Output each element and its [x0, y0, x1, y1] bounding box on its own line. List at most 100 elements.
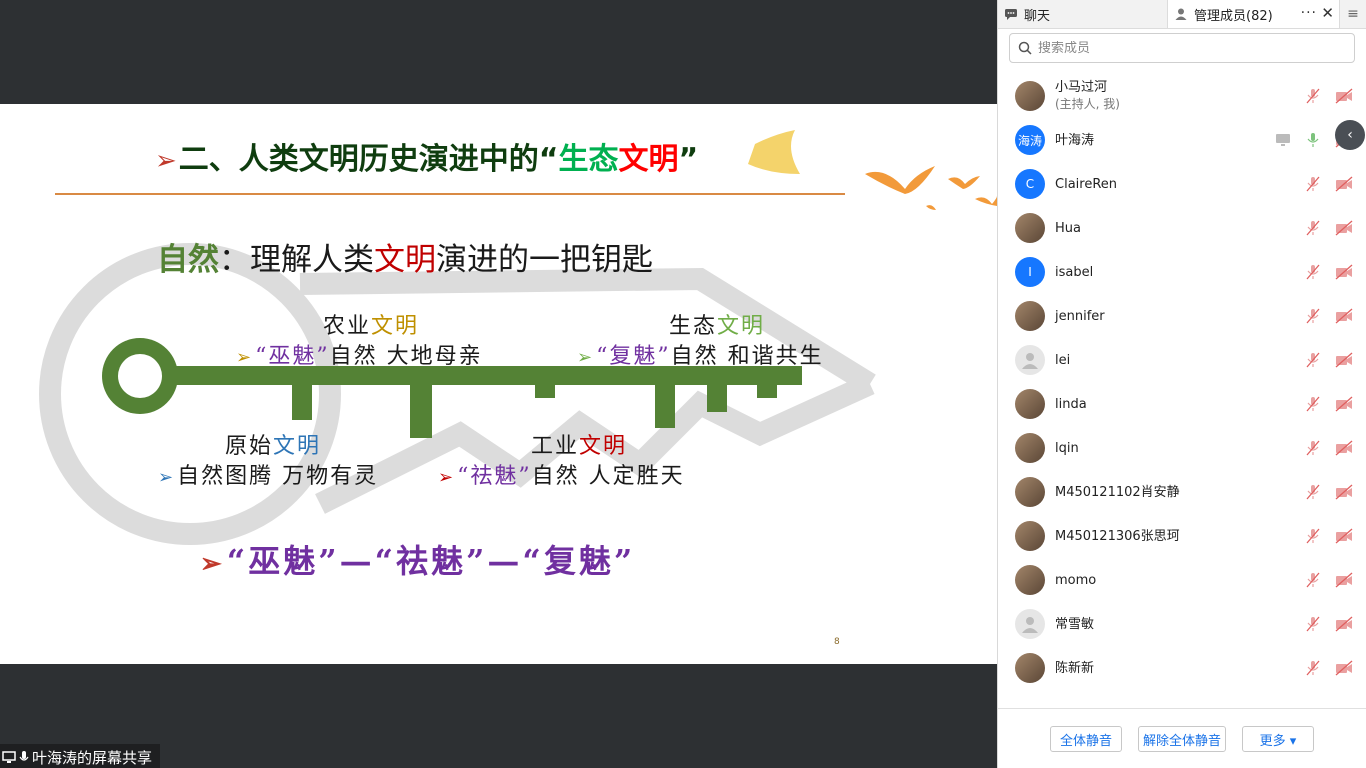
member-controls [1304, 484, 1353, 500]
member-list: 小马过河 (主持人, 我) 海涛 叶海涛 C ClaireRen Hua Iisabel jen… [998, 74, 1366, 707]
mic-muted-icon[interactable] [1304, 352, 1322, 368]
camera-off-icon[interactable] [1335, 528, 1353, 544]
avatar: 海涛 [1015, 125, 1045, 155]
member-controls [1304, 176, 1353, 192]
mic-icon [19, 751, 29, 761]
camera-off-icon[interactable] [1335, 308, 1353, 324]
arrow-icon: ➢ [438, 467, 456, 488]
mic-muted-icon[interactable] [1304, 660, 1322, 676]
camera-off-icon[interactable] [1335, 484, 1353, 500]
slide-title: ➢二、人类文明历史演进中的“生态文明” [155, 142, 699, 177]
member-row[interactable]: Iisabel [998, 250, 1366, 294]
camera-off-icon[interactable] [1335, 440, 1353, 456]
mute-all-button[interactable]: 全体静音 [1050, 726, 1122, 752]
more-options-icon[interactable]: ··· [1301, 5, 1317, 21]
avatar: C [1015, 169, 1045, 199]
mic-muted-icon[interactable] [1304, 528, 1322, 544]
green-key-ring-hole [118, 354, 162, 398]
camera-off-icon[interactable] [1335, 396, 1353, 412]
mic-muted-icon[interactable] [1304, 264, 1322, 280]
shared-screen-area: ➢二、人类文明历史演进中的“生态文明” 自然：理解人类文明演进的一把钥匙 农业文… [0, 0, 997, 768]
camera-off-icon[interactable] [1335, 660, 1353, 676]
member-row[interactable]: linda [998, 382, 1366, 426]
tab-manage-members[interactable]: 管理成员(82) ··· ✕ [1168, 0, 1340, 28]
tab-chat[interactable]: 聊天 [998, 0, 1168, 28]
camera-off-icon[interactable] [1335, 220, 1353, 236]
camera-off-icon[interactable] [1335, 352, 1353, 368]
industrial-civ-heading: 工业文明 [531, 434, 628, 459]
member-row[interactable]: 小马过河 (主持人, 我) [998, 74, 1366, 118]
green-key-tooth [757, 382, 777, 398]
mic-muted-icon[interactable] [1304, 88, 1322, 104]
screen-share-label[interactable]: 叶海涛的屏幕共享 [0, 744, 161, 768]
camera-off-icon[interactable] [1335, 572, 1353, 588]
summary-line: ➢“巫魅”—“祛魅”—“复魅” [200, 542, 636, 580]
agri-civ-heading: 农业文明 [323, 314, 420, 339]
arrow-icon: ➢ [158, 467, 176, 488]
member-row[interactable]: lei [998, 338, 1366, 382]
member-controls [1304, 572, 1353, 588]
camera-off-icon[interactable] [1335, 264, 1353, 280]
arrow-icon: ➢ [577, 347, 595, 368]
green-key-tooth [410, 382, 432, 438]
camera-off-icon[interactable] [1335, 176, 1353, 192]
bird-icons [748, 130, 997, 210]
member-controls [1304, 88, 1353, 104]
member-name: ClaireRen [1055, 176, 1118, 192]
mic-muted-icon[interactable] [1304, 176, 1322, 192]
title-divider [55, 193, 845, 195]
member-row[interactable]: C ClaireRen [998, 162, 1366, 206]
green-key-tooth [292, 382, 312, 420]
member-row[interactable]: M450121102肖安静 [998, 470, 1366, 514]
default-avatar-icon [1022, 617, 1038, 633]
unmute-all-button[interactable]: 解除全体静音 [1138, 726, 1226, 752]
mic-muted-icon[interactable] [1304, 484, 1322, 500]
member-name: lqin [1055, 440, 1079, 456]
agri-civ-desc: ➢“巫魅”自然 大地母亲 [236, 344, 483, 369]
mic-muted-icon[interactable] [1304, 616, 1322, 632]
avatar [1015, 345, 1045, 375]
member-controls [1304, 396, 1353, 412]
member-row[interactable]: momo [998, 558, 1366, 602]
close-icon[interactable]: ✕ [1321, 4, 1334, 22]
mic-active-icon[interactable] [1304, 132, 1322, 148]
member-row[interactable]: Hua [998, 206, 1366, 250]
member-search[interactable] [1009, 33, 1355, 63]
member-name: Hua [1055, 220, 1081, 236]
industrial-civ-desc: ➢“祛魅”自然 人定胜天 [438, 464, 685, 489]
eco-civ-desc: ➢“复魅”自然 和谐共生 [577, 344, 824, 369]
camera-off-icon[interactable] [1335, 616, 1353, 632]
green-key-tooth [535, 382, 555, 398]
mic-muted-icon[interactable] [1304, 220, 1322, 236]
slide-subtitle: 自然：理解人类文明演进的一把钥匙 [157, 242, 653, 278]
member-name: momo [1055, 572, 1097, 588]
member-name: jennifer [1055, 308, 1105, 324]
member-row[interactable]: lqin [998, 426, 1366, 470]
members-panel: 聊天 管理成员(82) ··· ✕ ≡ 小马过河(主持人, 我) 海涛叶海涛 C Cl… [997, 0, 1366, 768]
camera-off-icon[interactable] [1335, 88, 1353, 104]
mic-muted-icon[interactable] [1304, 440, 1322, 456]
search-input[interactable] [1038, 40, 1338, 56]
avatar [1015, 477, 1045, 507]
arrow-icon: ➢ [200, 549, 225, 579]
member-controls [1304, 220, 1353, 236]
member-name: 叶海涛 [1055, 132, 1095, 148]
more-button[interactable]: 更多 ▾ [1242, 726, 1314, 752]
avatar [1015, 213, 1045, 243]
member-name: linda [1055, 396, 1087, 412]
user-icon [1175, 8, 1187, 20]
presentation-slide: ➢二、人类文明历史演进中的“生态文明” 自然：理解人类文明演进的一把钥匙 农业文… [0, 104, 997, 664]
panel-tabs: 聊天 管理成员(82) ··· ✕ ≡ [998, 0, 1366, 29]
member-row[interactable]: M450121306张思珂 [998, 514, 1366, 558]
collapse-panel-button[interactable]: ‹ [1335, 120, 1365, 150]
member-row[interactable]: 海涛 叶海涛 [998, 118, 1366, 162]
member-row[interactable]: 常雪敏 [998, 602, 1366, 646]
member-row[interactable]: 陈新新 [998, 646, 1366, 690]
member-row[interactable]: jennifer [998, 294, 1366, 338]
mic-muted-icon[interactable] [1304, 308, 1322, 324]
panel-menu-icon[interactable]: ≡ [1340, 0, 1366, 28]
member-role: (主持人, 我) [1055, 97, 1120, 111]
mic-muted-icon[interactable] [1304, 572, 1322, 588]
mic-muted-icon[interactable] [1304, 396, 1322, 412]
member-name: 陈新新 [1055, 660, 1095, 676]
